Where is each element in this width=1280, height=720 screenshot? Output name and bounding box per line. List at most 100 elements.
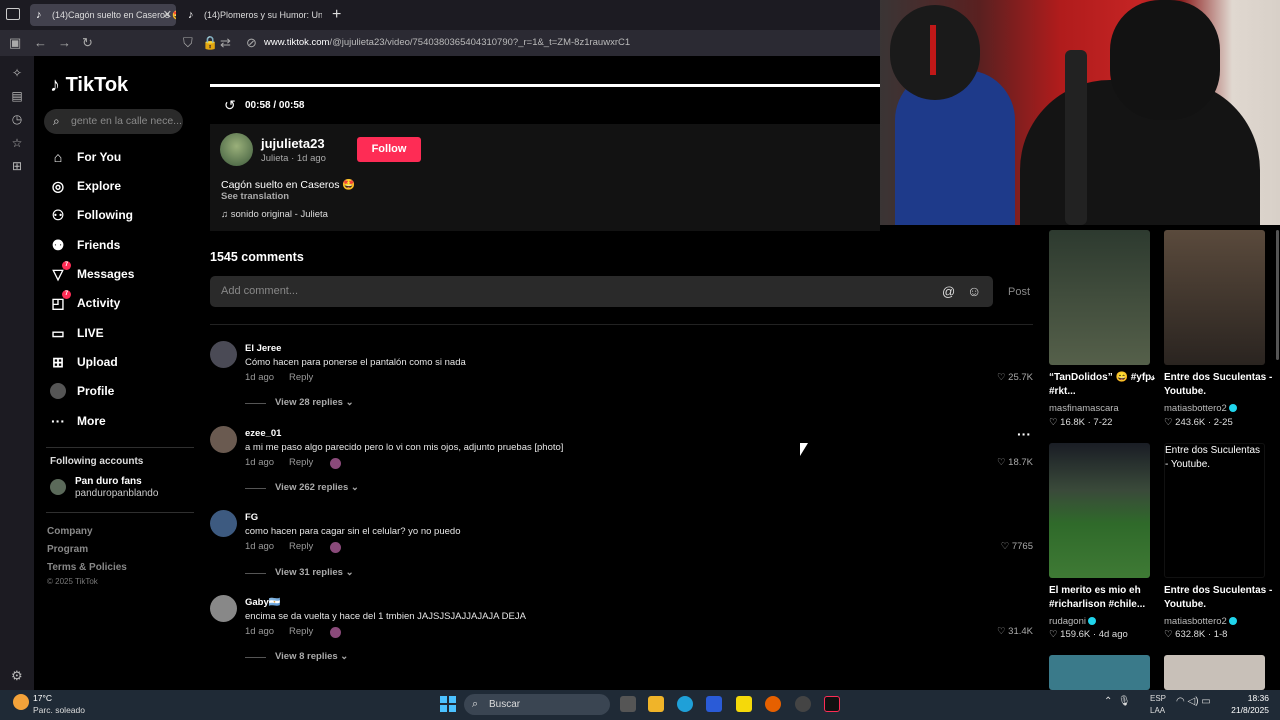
browser-tab-active[interactable]: ♪ (14)Cagón suelto en Caseros 🤩 ✕: [30, 4, 176, 26]
windows-start-icon[interactable]: [440, 696, 456, 712]
scrollbar[interactable]: [1276, 230, 1279, 360]
recommended-video-thumbnail[interactable]: Entre dos Suculentas - Youtube.: [1164, 443, 1265, 578]
recommended-video-thumbnail[interactable]: [1049, 230, 1150, 365]
avatar[interactable]: [210, 510, 237, 537]
reply-button[interactable]: Reply: [289, 541, 313, 552]
replay-icon[interactable]: ↺: [224, 97, 236, 114]
nav-activity[interactable]: ◰ 7 Activity: [50, 290, 120, 314]
url-bar[interactable]: www.tiktok.com/@jujulieta23/video/754038…: [264, 37, 630, 48]
search-input[interactable]: ⌕ gente en la calle nece...: [44, 109, 183, 134]
reply-button[interactable]: Reply: [289, 626, 313, 637]
ai-chat-icon[interactable]: ✧: [10, 66, 24, 80]
following-account-handle[interactable]: panduropanblando: [75, 488, 158, 499]
tab-overview-icon[interactable]: [6, 8, 20, 20]
nav-more[interactable]: ··· More: [50, 410, 106, 432]
video-progress-bar[interactable]: [210, 84, 880, 87]
recommended-video-title[interactable]: Entre dos Suculentas - Youtube.: [1164, 371, 1280, 399]
edge-icon[interactable]: [677, 696, 693, 712]
nav-upload[interactable]: ⊞ Upload: [50, 351, 118, 373]
follow-button[interactable]: Follow: [357, 137, 421, 162]
avatar[interactable]: [220, 133, 253, 166]
extensions-icon[interactable]: ⊞: [10, 159, 24, 173]
firefox-icon[interactable]: [765, 696, 781, 712]
comment-author[interactable]: El Jeree: [245, 343, 281, 354]
more-options-icon[interactable]: ···: [1017, 426, 1031, 442]
synced-tabs-icon[interactable]: ▤: [10, 89, 24, 103]
recommended-video-thumbnail[interactable]: [1049, 655, 1150, 690]
nav-following[interactable]: ⚇ Following: [50, 204, 133, 226]
history-icon[interactable]: ◷: [10, 112, 24, 126]
file-explorer-icon[interactable]: [648, 696, 664, 712]
comment-likes[interactable]: ♡ 25.7K: [973, 372, 1033, 383]
settings-gear-icon[interactable]: ⚙: [11, 668, 23, 684]
tiktok-app-icon[interactable]: [824, 696, 840, 712]
nav-friends[interactable]: ⚉ Friends: [50, 234, 121, 256]
view-replies-button[interactable]: View 8 replies ⌄: [245, 651, 348, 662]
nav-profile[interactable]: Profile: [50, 380, 114, 402]
nav-explore[interactable]: ◎ Explore: [50, 175, 121, 197]
reload-icon[interactable]: ↻: [82, 35, 93, 51]
following-account-name[interactable]: Pan duro fans: [75, 476, 142, 487]
nav-for-you[interactable]: ⌂ For You: [50, 146, 121, 168]
footer-terms-link[interactable]: Terms & Policies: [47, 562, 127, 573]
permissions-icon[interactable]: ⇄: [220, 35, 231, 51]
sidebar-toggle-icon[interactable]: ▣: [9, 35, 21, 51]
emoji-icon[interactable]: ☺: [967, 283, 981, 299]
new-tab-button[interactable]: +: [332, 6, 341, 24]
weather-icon[interactable]: [13, 694, 29, 710]
comment-input[interactable]: Add comment...: [210, 276, 993, 307]
recommended-video-user[interactable]: matiasbottero2: [1164, 616, 1237, 627]
post-button[interactable]: Post: [1008, 286, 1030, 298]
obs-icon[interactable]: [795, 696, 811, 712]
system-tray[interactable]: ⌃ 🎙: [1104, 696, 1131, 707]
network-volume-battery-icons[interactable]: ◠ ◁) ▭: [1176, 696, 1211, 707]
task-view-icon[interactable]: [620, 696, 636, 712]
see-translation-link[interactable]: See translation: [221, 191, 289, 202]
nav-live[interactable]: ▭ LIVE: [50, 322, 103, 344]
weather-description[interactable]: Parc. soleado: [33, 705, 85, 715]
recommended-video-user[interactable]: rudagoni: [1049, 616, 1096, 627]
recommended-video-title[interactable]: Entre dos Suculentas - Youtube.: [1164, 584, 1280, 612]
app-icon[interactable]: [706, 696, 722, 712]
keyboard-layout-indicator[interactable]: LAA: [1150, 706, 1165, 715]
sticky-notes-icon[interactable]: [736, 696, 752, 712]
avatar[interactable]: [210, 426, 237, 453]
comment-author[interactable]: FG: [245, 512, 258, 523]
taskbar-search[interactable]: ⌕ Buscar: [464, 694, 610, 715]
clock-time[interactable]: 18:36: [1229, 693, 1269, 703]
avatar[interactable]: [210, 341, 237, 368]
bookmarks-icon[interactable]: ☆: [10, 136, 24, 150]
lock-icon[interactable]: 🔒: [202, 35, 218, 51]
recommended-video-title[interactable]: “TanDolidos” 😄 #yfp𝓈 #rkt...: [1049, 371, 1167, 399]
back-icon[interactable]: ←: [34, 35, 47, 50]
recommended-video-thumbnail[interactable]: [1164, 230, 1265, 365]
browser-tab[interactable]: ♪ (14)Plomeros y su Humor: Una: [182, 4, 322, 26]
comment-likes[interactable]: ♡ 7765: [973, 541, 1033, 552]
language-indicator[interactable]: ESP: [1150, 694, 1166, 703]
recommended-video-title[interactable]: El merito es mio eh #richarlison #chile.…: [1049, 584, 1167, 612]
footer-program-link[interactable]: Program: [47, 544, 88, 555]
comment-likes[interactable]: ♡ 31.4K: [973, 626, 1033, 637]
close-tab-icon[interactable]: ✕: [163, 4, 172, 26]
sound-link[interactable]: ♫ sonido original - Julieta: [221, 209, 328, 220]
author-name[interactable]: jujulieta23: [261, 136, 325, 151]
comment-author[interactable]: ezee_01: [245, 428, 281, 439]
avatar[interactable]: [50, 479, 66, 495]
shield-icon[interactable]: ⛉: [183, 35, 193, 51]
comment-likes[interactable]: ♡ 18.7K: [973, 457, 1033, 468]
recommended-video-thumbnail[interactable]: [1049, 443, 1150, 578]
weather-temp[interactable]: 17°C: [33, 693, 52, 703]
tracking-icon[interactable]: ⊘: [246, 35, 257, 51]
avatar[interactable]: [210, 595, 237, 622]
recommended-video-thumbnail[interactable]: [1164, 655, 1265, 690]
recommended-video-user[interactable]: masfinamascara: [1049, 403, 1119, 414]
view-replies-button[interactable]: View 262 replies ⌄: [245, 482, 359, 493]
reply-button[interactable]: Reply: [289, 457, 313, 468]
tiktok-logo[interactable]: ♪ TikTok: [50, 74, 128, 97]
view-replies-button[interactable]: View 31 replies ⌄: [245, 567, 354, 578]
forward-icon[interactable]: →: [58, 35, 71, 50]
nav-messages[interactable]: ▽ 7 Messages: [50, 261, 134, 285]
mention-icon[interactable]: @: [942, 284, 955, 299]
clock-date[interactable]: 21/8/2025: [1229, 705, 1269, 715]
reply-button[interactable]: Reply: [289, 372, 313, 383]
